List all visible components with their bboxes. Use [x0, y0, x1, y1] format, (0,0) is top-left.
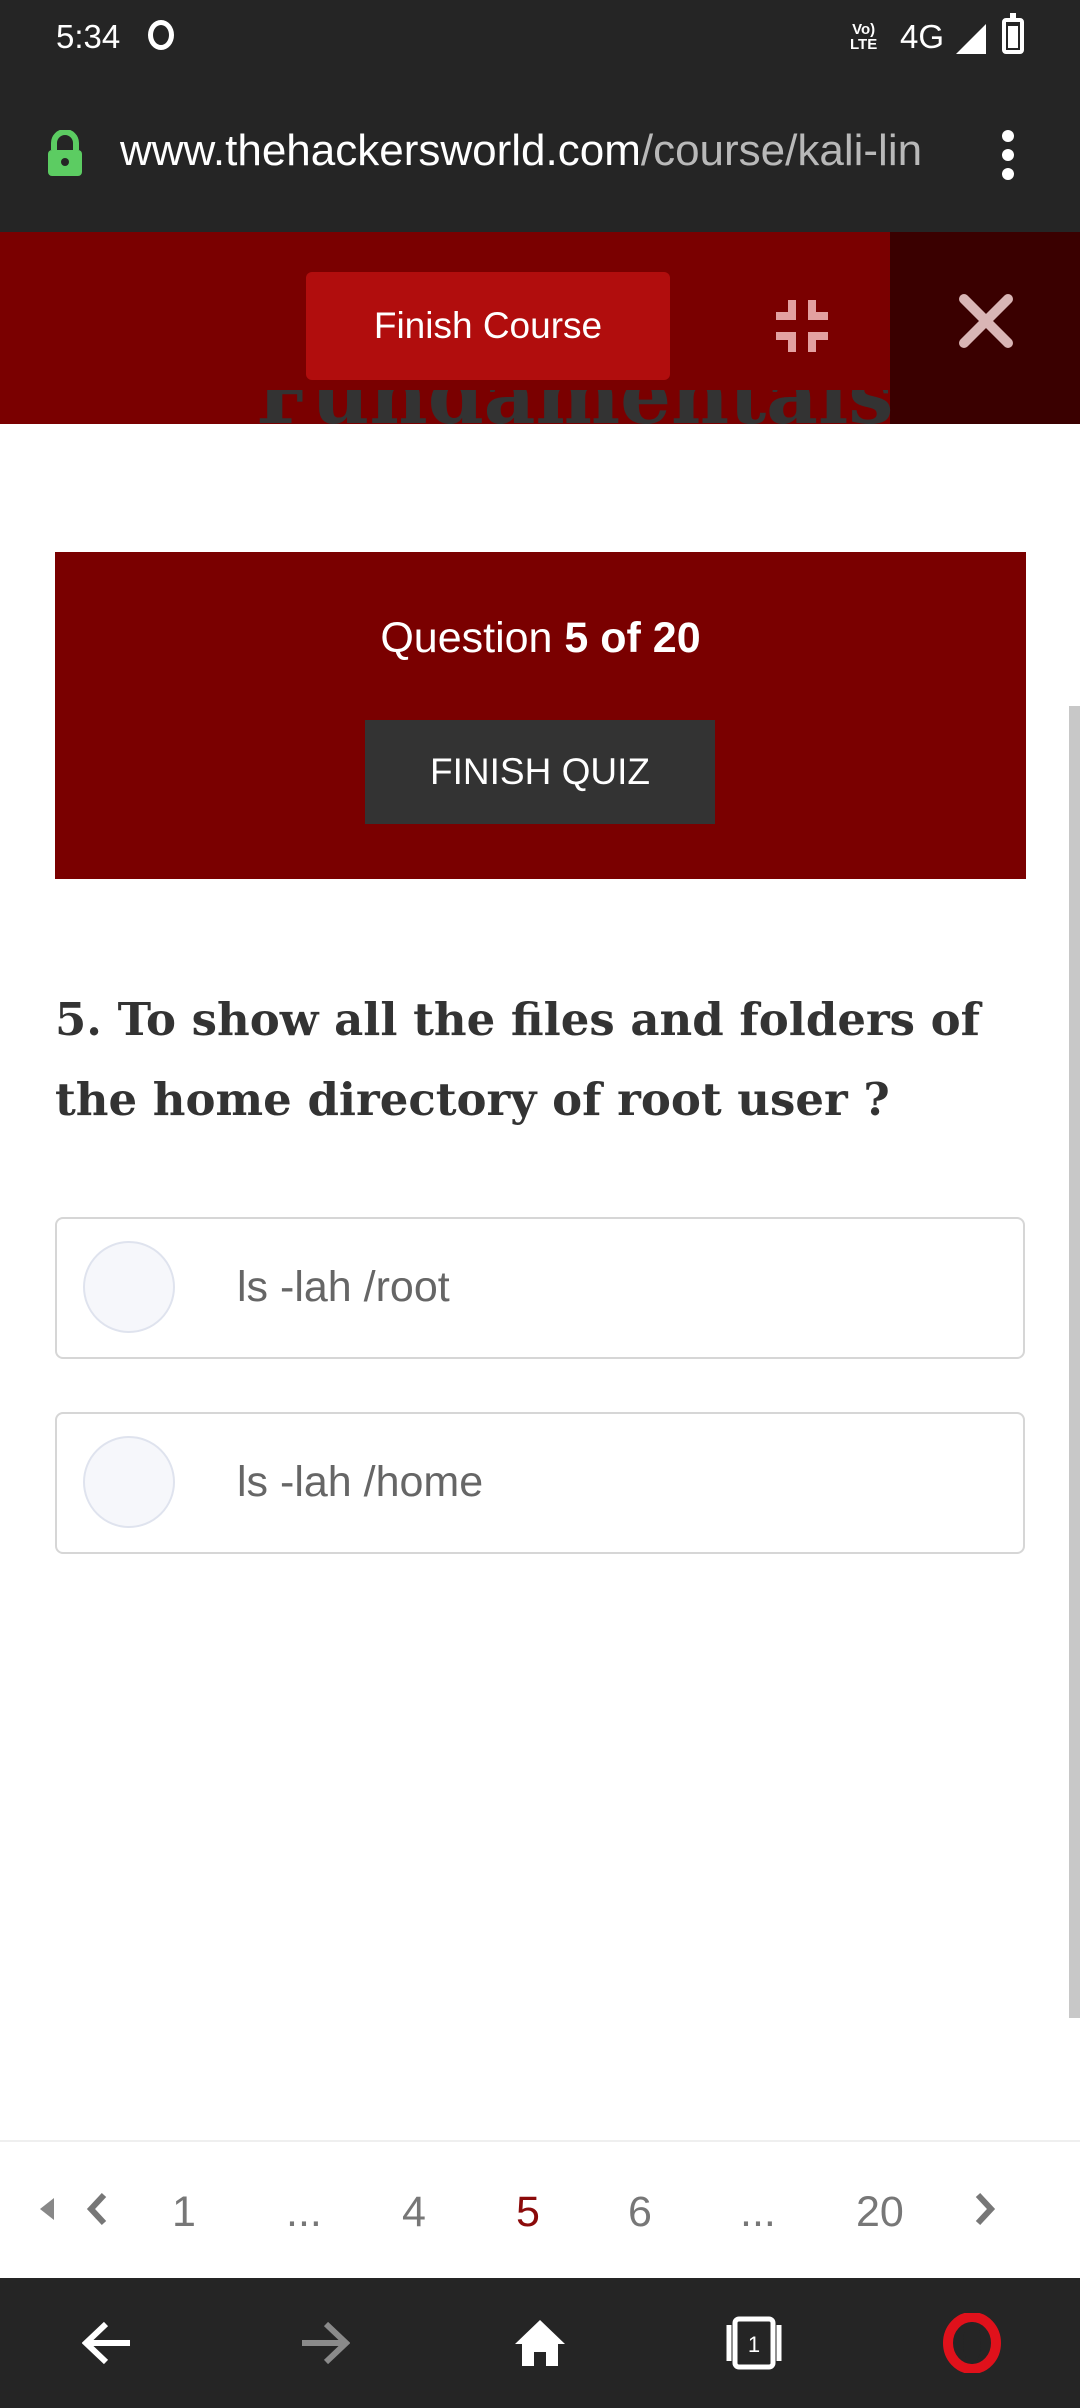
url-path: /course/kali-lin: [640, 126, 923, 175]
volte-icon: Vo) LTE: [850, 21, 878, 53]
more-menu-icon[interactable]: [1000, 130, 1016, 180]
page-ellipsis: ...: [286, 2188, 322, 2236]
forward-button[interactable]: [276, 2278, 372, 2408]
page-ellipsis: ...: [740, 2188, 776, 2236]
previous-page-icon[interactable]: [86, 2192, 108, 2226]
signal-icon: [956, 24, 986, 54]
url-domain: www.thehackersworld.com: [120, 126, 641, 175]
page-5-current[interactable]: 5: [516, 2188, 540, 2237]
forward-arrow-icon: [302, 2321, 350, 2365]
radio-button[interactable]: [83, 1436, 175, 1528]
answer-option-label: ls -lah /root: [237, 1263, 450, 1311]
radio-button[interactable]: [83, 1241, 175, 1333]
page-4[interactable]: 4: [402, 2188, 426, 2237]
page-20[interactable]: 20: [856, 2188, 904, 2237]
course-title: Fundamentals: [0, 390, 1080, 424]
quiz-header: Question 5 of 20 FINISH QUIZ: [55, 552, 1026, 879]
answer-option[interactable]: ls -lah /root: [55, 1217, 1025, 1359]
lock-icon: [48, 130, 82, 176]
finish-course-button[interactable]: Finish Course: [306, 272, 670, 380]
status-time: 5:34: [56, 18, 121, 55]
home-icon: [515, 2320, 565, 2366]
page-6[interactable]: 6: [628, 2188, 652, 2237]
opera-logo-icon: [943, 2313, 1001, 2373]
pagination: 1 ... 4 5 6 ... 20: [0, 2142, 1080, 2278]
opera-menu-button[interactable]: [924, 2278, 1020, 2408]
opera-notification-icon: [148, 20, 174, 50]
back-arrow-icon: [82, 2321, 130, 2365]
browser-bottom-nav: 1: [0, 2278, 1080, 2408]
network-type: 4G: [900, 18, 945, 55]
scrollbar[interactable]: [1069, 706, 1080, 2018]
url-text[interactable]: www.thehackersworld.com/course/kali-lin: [120, 126, 960, 176]
tabs-icon: 1: [726, 2316, 782, 2370]
address-bar[interactable]: www.thehackersworld.com/course/kali-lin: [0, 78, 1080, 232]
finish-quiz-button[interactable]: FINISH QUIZ: [365, 720, 715, 824]
question-counter: Question 5 of 20: [380, 614, 701, 662]
page-1[interactable]: 1: [172, 2188, 196, 2237]
back-button[interactable]: [60, 2278, 156, 2408]
next-page-icon[interactable]: [974, 2192, 996, 2226]
answer-option[interactable]: ls -lah /home: [55, 1412, 1025, 1554]
home-button[interactable]: [492, 2278, 588, 2408]
svg-text:1: 1: [748, 2332, 760, 2357]
tabs-button[interactable]: 1: [706, 2278, 802, 2408]
close-icon[interactable]: [958, 293, 1014, 349]
collapse-icon[interactable]: [772, 296, 832, 356]
battery-icon: [1002, 13, 1024, 54]
question-text: 5. To show all the files and folders of …: [55, 993, 981, 1126]
answer-option-label: ls -lah /home: [237, 1458, 484, 1506]
scroll-left-icon[interactable]: [40, 2198, 56, 2220]
